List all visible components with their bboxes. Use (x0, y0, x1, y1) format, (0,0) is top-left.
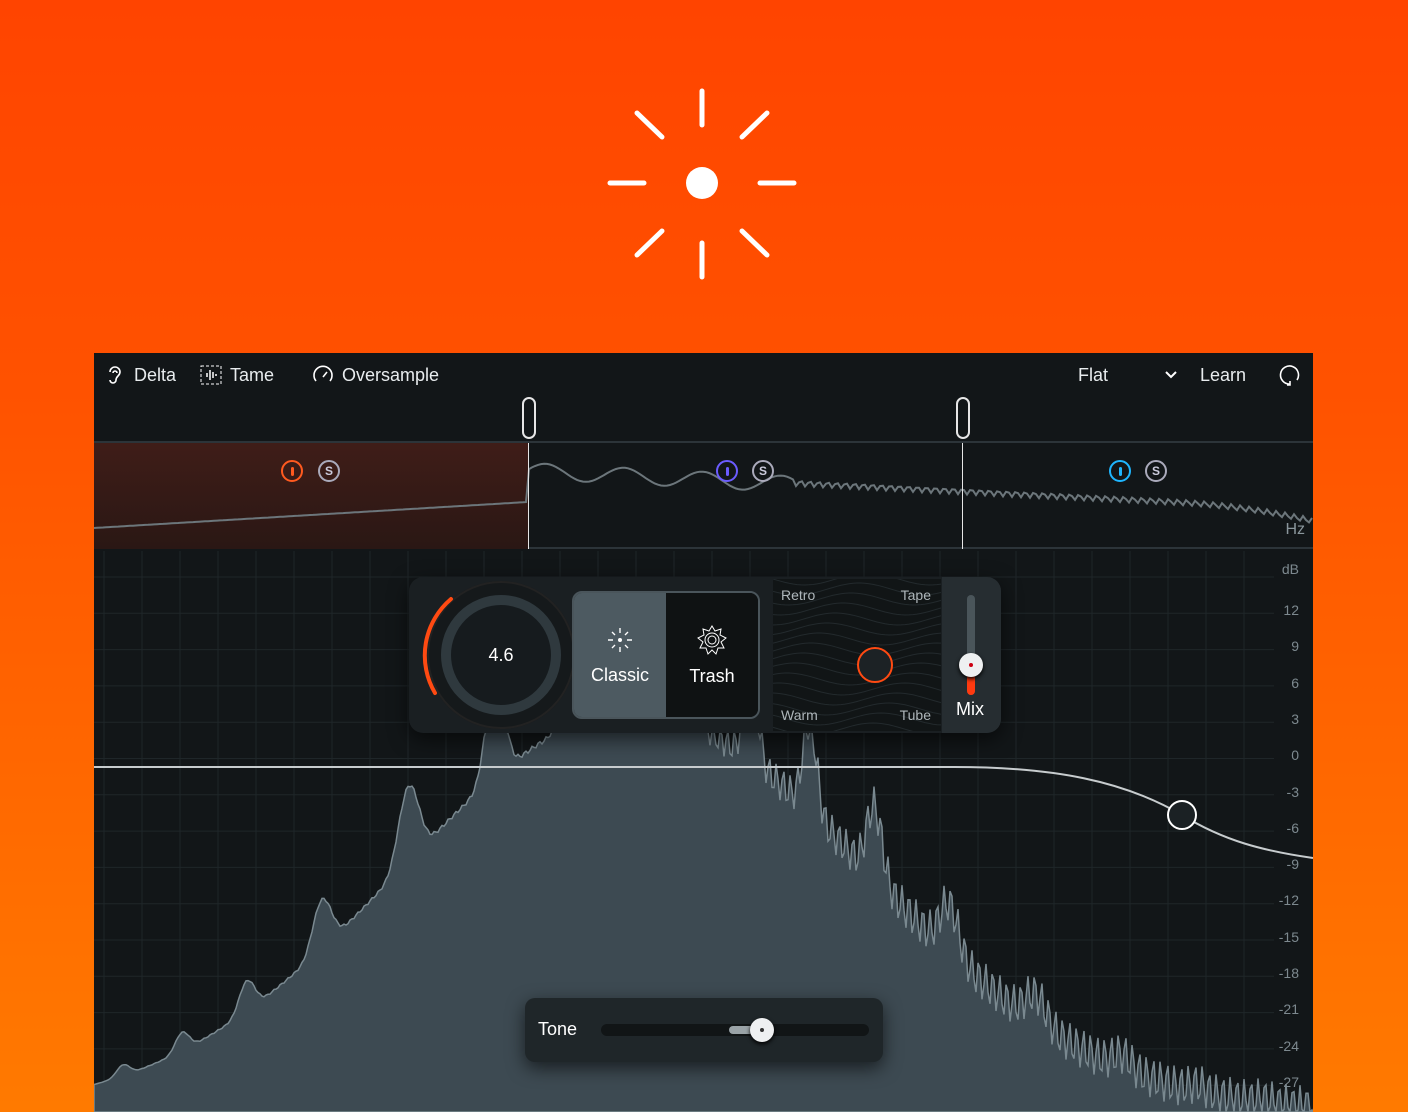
delta-button[interactable]: Delta (104, 363, 176, 387)
mode-trash-label: Trash (689, 665, 735, 686)
db-tick-label: -24 (1278, 1037, 1299, 1054)
drive-value: 4.6 (488, 644, 514, 665)
mode-classic[interactable]: Classic (574, 593, 666, 717)
refresh-icon (1279, 365, 1300, 386)
tone-control: Tone (525, 998, 883, 1062)
xy-puck[interactable] (857, 647, 893, 683)
band-high-power-button[interactable] (1109, 460, 1131, 482)
oversample-button[interactable]: Oversample (312, 363, 439, 387)
db-unit-label: dB (1281, 561, 1299, 577)
db-tick-label: 6 (1291, 674, 1299, 691)
reset-button[interactable] (1278, 363, 1300, 387)
character-xy-pad[interactable]: Retro Tape Warm Tube (773, 579, 941, 731)
band-low-solo-button[interactable]: S (318, 460, 340, 482)
crossover-line-2 (962, 443, 963, 549)
learn-button[interactable]: Learn (1200, 363, 1246, 387)
ear-icon (109, 366, 121, 384)
band-mid-power-button[interactable] (716, 460, 738, 482)
db-tick-label: 0 (1291, 747, 1299, 764)
crossover-line-1 (528, 443, 529, 549)
mix-thumb[interactable] (959, 653, 983, 677)
sun-logo-icon (607, 88, 797, 280)
xy-tape-label: Tape (900, 587, 931, 603)
drive-knob[interactable]: 4.6 (422, 581, 575, 729)
mode-trash[interactable]: Trash (666, 593, 758, 717)
preset-value: Flat (1078, 364, 1109, 385)
preset-dropdown[interactable]: Flat (1078, 363, 1182, 387)
tone-thumb[interactable] (749, 1018, 774, 1042)
band-strip: S S S Hz (94, 441, 1313, 549)
mix-label: Mix (956, 699, 984, 719)
db-tick-label: -9 (1286, 856, 1299, 873)
crossover-handle-2[interactable] (956, 397, 970, 439)
db-tick-label: 3 (1291, 710, 1299, 727)
db-tick-label: -12 (1278, 892, 1299, 909)
band-spectrum-line (94, 462, 1313, 529)
mix-slider[interactable]: Mix (942, 577, 1001, 733)
xy-tube-label: Tube (899, 707, 931, 723)
trash-burst-icon (697, 624, 727, 655)
xy-retro-label: Retro (781, 587, 816, 603)
tone-label: Tone (538, 1019, 578, 1039)
db-tick-label: 12 (1283, 602, 1299, 618)
speedometer-icon (313, 365, 333, 382)
tone-slider[interactable] (601, 1018, 869, 1042)
plugin-panel: Delta Tame Oversample Flat Learn S S S H… (94, 353, 1313, 1112)
delta-label: Delta (134, 364, 177, 385)
db-tick-label: -21 (1278, 1001, 1299, 1018)
mode-selector: Classic Trash (572, 591, 760, 719)
oversample-label: Oversample (342, 364, 440, 385)
band-high-solo-button[interactable]: S (1145, 460, 1167, 482)
xy-warm-label: Warm (781, 707, 818, 723)
saturation-module: 4.6 Classic Trash Retro Tape Warm Tube M… (409, 577, 1001, 733)
hz-label: Hz (1285, 521, 1305, 538)
band-mid-solo-button[interactable]: S (752, 460, 774, 482)
tame-waveform-icon (200, 365, 222, 385)
db-tick-label: -27 (1278, 1073, 1299, 1090)
band-low-power-button[interactable] (281, 460, 303, 482)
crossover-handle-1[interactable] (522, 397, 536, 439)
db-tick-label: -15 (1278, 928, 1299, 945)
db-tick-label: -6 (1286, 819, 1299, 836)
eq-node[interactable] (1167, 800, 1197, 830)
db-tick-label: -18 (1278, 965, 1299, 981)
db-tick-label: 9 (1291, 638, 1299, 655)
tame-label: Tame (230, 364, 275, 385)
learn-label: Learn (1200, 364, 1247, 385)
chevron-down-icon (1165, 371, 1177, 379)
mode-classic-label: Classic (590, 664, 649, 685)
tame-button[interactable]: Tame (200, 363, 274, 387)
classic-sun-icon (608, 627, 632, 652)
db-tick-label: -3 (1286, 783, 1299, 800)
